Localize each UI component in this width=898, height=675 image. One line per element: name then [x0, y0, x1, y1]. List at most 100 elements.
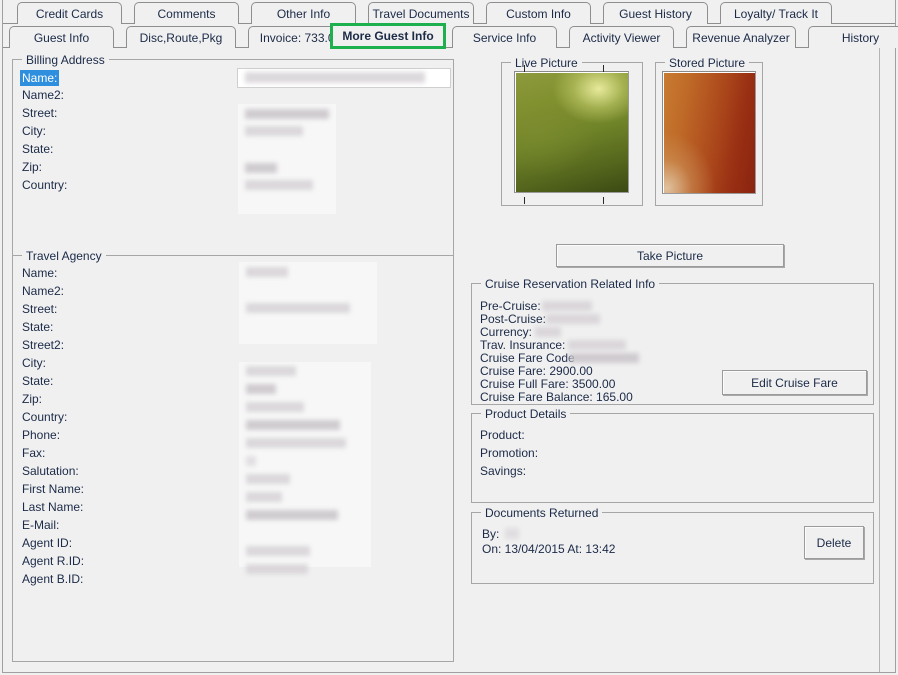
tab-label: Disc,Route,Pkg — [139, 30, 223, 45]
live-picture-handle-bottom-left[interactable] — [524, 197, 525, 204]
billing-values-pane — [238, 104, 336, 214]
cruise-line-currency: Currency: — [480, 325, 533, 339]
tab-label: Other Info — [276, 6, 331, 21]
tab-history[interactable]: History — [808, 26, 898, 48]
currency-redaction — [535, 327, 561, 337]
billing-field-label-name[interactable]: Name: — [20, 70, 60, 86]
agency-fax-redaction — [246, 438, 346, 448]
billing-country-redaction — [245, 180, 313, 190]
live-picture-title: Live Picture — [511, 56, 582, 70]
tab-label: Custom Info — [506, 6, 571, 21]
tab-label: Service Info — [472, 30, 537, 45]
agency-field-label-last-name[interactable]: Last Name: — [22, 500, 83, 514]
agency-field-label-country[interactable]: Country: — [22, 410, 67, 424]
agency-field-label-agent-r-id[interactable]: Agent R.ID: — [22, 554, 84, 568]
agency-field-label-fax[interactable]: Fax: — [22, 446, 45, 460]
tab-disc-route-pkg[interactable]: Disc,Route,Pkg — [126, 26, 236, 48]
billing-address-group: Billing Address Name: Name2: Street: Cit… — [12, 53, 454, 256]
agency-field-label-name2[interactable]: Name2: — [22, 284, 64, 298]
agency-b-id-redaction — [246, 564, 308, 574]
documents-returned-on-line: On: 13/04/2015 At: 13:42 — [482, 542, 616, 556]
agency-salutation-redaction — [246, 456, 256, 466]
tab-guest-history[interactable]: Guest History — [603, 2, 708, 24]
application-window: Credit Cards Comments Other Info Travel … — [0, 0, 898, 675]
tab-row-2: Guest Info Disc,Route,Pkg Invoice: 733.0… — [3, 23, 898, 49]
documents-returned-by-label: By: — [482, 527, 500, 541]
edit-cruise-fare-button-label: Edit Cruise Fare — [751, 375, 838, 390]
agency-email-redaction — [246, 510, 338, 520]
agency-field-label-agent-b-id[interactable]: Agent B.ID: — [22, 572, 83, 586]
tab-other-info[interactable]: Other Info — [251, 2, 356, 24]
cruise-line-trav-insurance: Trav. Insurance: — [480, 338, 566, 352]
tab-activity-viewer[interactable]: Activity Viewer — [569, 26, 674, 48]
agency-field-label-agent-id[interactable]: Agent ID: — [22, 536, 72, 550]
tab-custom-info[interactable]: Custom Info — [486, 2, 591, 24]
agency-field-label-city[interactable]: City: — [22, 356, 46, 370]
documents-returned-group: Documents Returned By: On: 13/04/2015 At… — [471, 506, 874, 584]
tab-label: Activity Viewer — [582, 30, 661, 45]
take-picture-button-label: Take Picture — [636, 248, 704, 263]
cruise-reservation-group: Cruise Reservation Related Info Pre-Crui… — [471, 277, 874, 405]
agency-phone-redaction — [246, 420, 340, 430]
billing-field-label-city[interactable]: City: — [22, 124, 46, 138]
stored-picture-image[interactable] — [662, 71, 756, 194]
agency-last-name-redaction — [246, 492, 282, 502]
cruise-line-cruise-fare-balance: Cruise Fare Balance: 165.00 — [480, 390, 633, 404]
product-details-label-product: Product: — [480, 428, 525, 442]
tab-content-panel: Billing Address Name: Name2: Street: Cit… — [3, 48, 895, 672]
agency-field-label-first-name[interactable]: First Name: — [22, 482, 84, 496]
tab-comments[interactable]: Comments — [134, 2, 239, 24]
agency-field-label-salutation[interactable]: Salutation: — [22, 464, 79, 478]
tab-travel-documents[interactable]: Travel Documents — [368, 2, 474, 24]
product-details-title: Product Details — [481, 407, 571, 421]
take-picture-button[interactable]: Take Picture — [556, 244, 784, 267]
delete-button[interactable]: Delete — [804, 526, 864, 559]
edit-cruise-fare-button[interactable]: Edit Cruise Fare — [722, 370, 867, 395]
stored-picture-title: Stored Picture — [665, 56, 750, 70]
agency-field-label-email[interactable]: E-Mail: — [22, 518, 59, 532]
cruise-line-cruise-fare-code: Cruise Fare Code — [480, 351, 575, 365]
billing-zip-redaction — [245, 163, 277, 173]
cruise-reservation-title: Cruise Reservation Related Info — [481, 277, 660, 291]
tab-loyalty-track-it[interactable]: Loyalty/ Track It — [720, 2, 832, 24]
tab-credit-cards[interactable]: Credit Cards — [17, 2, 122, 24]
agency-street-redaction — [246, 303, 350, 313]
live-picture-handle-top-right[interactable] — [603, 65, 604, 72]
tab-service-info[interactable]: Service Info — [452, 26, 557, 48]
billing-field-label-country[interactable]: Country: — [22, 178, 67, 192]
billing-street-redaction — [245, 109, 329, 119]
documents-returned-by-redaction — [505, 528, 519, 539]
billing-field-label-state[interactable]: State: — [22, 142, 53, 156]
agency-field-label-street[interactable]: Street: — [22, 302, 57, 316]
documents-returned-title: Documents Returned — [481, 506, 603, 520]
agency-field-label-state[interactable]: State: — [22, 320, 53, 334]
tab-label: Invoice: 733.00 — [259, 30, 342, 45]
tab-label: Revenue Analyzer — [692, 30, 790, 45]
live-picture-image[interactable] — [514, 71, 629, 193]
live-picture-handle-bottom-right[interactable] — [603, 197, 604, 204]
agency-field-label-name[interactable]: Name: — [22, 266, 57, 280]
tab-label: More Guest Info — [342, 29, 434, 43]
cruise-fare-code-redaction — [569, 353, 639, 363]
billing-field-label-street[interactable]: Street: — [22, 106, 57, 120]
tab-revenue-analyzer[interactable]: Revenue Analyzer — [686, 26, 796, 48]
tab-label: Comments — [157, 6, 216, 21]
live-picture-group: Live Picture — [501, 56, 643, 206]
pre-cruise-redaction — [542, 301, 592, 311]
billing-field-label-zip[interactable]: Zip: — [22, 160, 42, 174]
tab-label: Loyalty/ Track It — [733, 6, 819, 21]
tab-more-guest-info[interactable]: More Guest Info — [333, 26, 443, 46]
tab-label: Credit Cards — [35, 6, 104, 21]
agency-field-label-phone[interactable]: Phone: — [22, 428, 60, 442]
tab-label: Travel Documents — [372, 6, 470, 21]
agency-name-redaction — [246, 267, 288, 277]
tab-guest-info[interactable]: Guest Info — [9, 26, 114, 48]
agency-first-name-redaction — [246, 474, 290, 484]
billing-field-label-name2[interactable]: Name2: — [22, 88, 64, 102]
agency-field-label-street2[interactable]: Street2: — [22, 338, 64, 352]
agency-state-redaction — [246, 366, 296, 376]
agency-field-label-state-2[interactable]: State: — [22, 374, 53, 388]
live-picture-handle-top-left[interactable] — [524, 65, 525, 72]
agency-field-label-zip[interactable]: Zip: — [22, 392, 42, 406]
product-details-group: Product Details Product: Promotion: Savi… — [471, 407, 874, 503]
